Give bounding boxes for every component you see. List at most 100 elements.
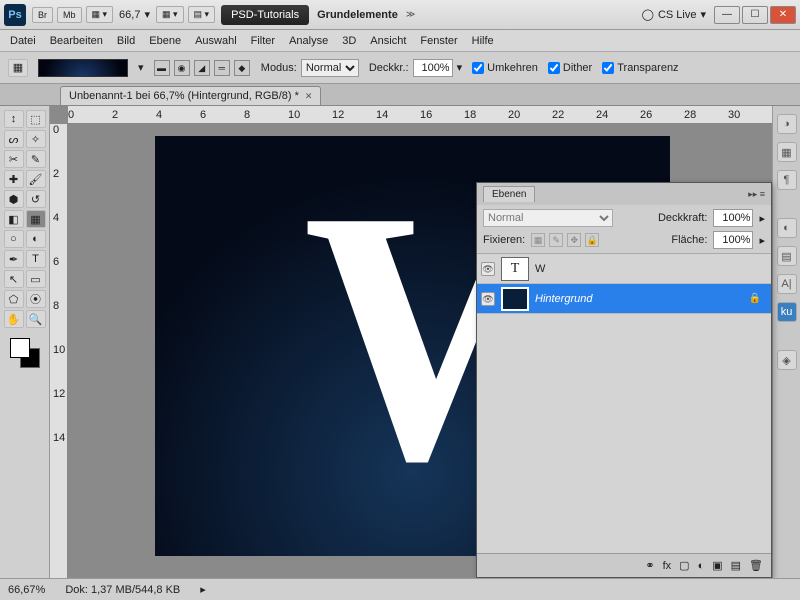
tool-preset-button[interactable]: ▦ — [8, 59, 28, 77]
transparency-checkbox[interactable] — [602, 62, 614, 74]
workspace-tab-active[interactable]: PSD-Tutorials — [221, 5, 309, 25]
styles-panel-icon[interactable]: ▤ — [777, 246, 797, 266]
cs-live-label[interactable]: CS Live — [658, 9, 697, 21]
more-workspaces-icon[interactable]: ≫ — [406, 9, 415, 20]
chevron-right-icon[interactable]: ▸ — [200, 583, 206, 596]
menu-ansicht[interactable]: Ansicht — [370, 35, 406, 47]
fill-input[interactable] — [713, 231, 753, 249]
character-panel-icon[interactable]: A| — [777, 274, 797, 294]
minibridge-button[interactable]: Mb — [57, 7, 82, 23]
menu-fenster[interactable]: Fenster — [420, 35, 457, 47]
gradient-preview[interactable] — [38, 59, 128, 77]
visibility-toggle-icon[interactable]: 👁 — [481, 262, 495, 276]
marquee-tool[interactable]: ⬚ — [26, 110, 46, 128]
color-panel-icon[interactable]: ◑ — [777, 114, 797, 134]
shape-tool[interactable]: ▭ — [26, 270, 46, 288]
link-layers-icon[interactable]: ⚭ — [645, 559, 654, 572]
minimize-button[interactable]: — — [714, 6, 740, 24]
layer-thumbnail[interactable]: T — [501, 257, 529, 281]
menu-3d[interactable]: 3D — [342, 35, 356, 47]
close-button[interactable]: ✕ — [770, 6, 796, 24]
screen-mode-button[interactable]: ▦ ▾ — [86, 6, 114, 23]
eyedropper-tool[interactable]: ✎ — [26, 150, 46, 168]
menu-analyse[interactable]: Analyse — [289, 35, 328, 47]
lock-pixels-icon[interactable]: ✎ — [549, 233, 563, 247]
gradient-reflected-button[interactable]: ═ — [214, 60, 230, 76]
type-tool[interactable]: T — [26, 250, 46, 268]
hand-tool[interactable]: ✋ — [4, 310, 24, 328]
workspace-tab[interactable]: Grundelemente — [317, 9, 398, 21]
chevron-down-icon[interactable]: ▾ — [138, 61, 144, 74]
paragraph-panel-icon[interactable]: ¶ — [777, 170, 797, 190]
pen-tool[interactable]: ✒ — [4, 250, 24, 268]
layer-opacity-input[interactable] — [713, 209, 753, 227]
new-layer-icon[interactable]: ▤ — [731, 559, 741, 572]
layers-panel-icon[interactable]: ◈ — [777, 350, 797, 370]
chevron-right-icon[interactable]: ▸ — [759, 212, 765, 225]
gradient-diamond-button[interactable]: ◆ — [234, 60, 250, 76]
chevron-down-icon[interactable]: ▾ — [144, 8, 150, 21]
close-tab-icon[interactable]: ✕ — [305, 91, 313, 102]
adjustment-layer-icon[interactable]: ◐ — [698, 560, 705, 572]
layer-name[interactable]: W — [535, 263, 545, 275]
layers-panel-header[interactable]: Ebenen ▸▸ ≡ — [477, 183, 771, 205]
heal-tool[interactable]: ✚ — [4, 170, 24, 188]
gradient-radial-button[interactable]: ◉ — [174, 60, 190, 76]
zoom-tool[interactable]: 🔍 — [26, 310, 46, 328]
brush-tool[interactable]: 🖌 — [26, 170, 46, 188]
lock-transparent-icon[interactable]: ▦ — [531, 233, 545, 247]
gradient-angle-button[interactable]: ◢ — [194, 60, 210, 76]
path-tool[interactable]: ↖ — [4, 270, 24, 288]
layer-thumbnail[interactable] — [501, 287, 529, 311]
dither-checkbox[interactable] — [548, 62, 560, 74]
lock-position-icon[interactable]: ✥ — [567, 233, 581, 247]
move-tool[interactable]: ↕ — [4, 110, 24, 128]
blend-mode-select[interactable]: Normal — [301, 59, 359, 77]
color-swatch[interactable] — [10, 338, 40, 368]
layer-fx-icon[interactable]: fx — [663, 560, 672, 572]
menu-datei[interactable]: Datei — [10, 35, 36, 47]
adjustments-panel-icon[interactable]: ◐ — [777, 218, 797, 238]
layer-mask-icon[interactable]: ▢ — [679, 559, 689, 572]
layer-blend-mode-select[interactable]: Normal — [483, 209, 613, 227]
chevron-down-icon[interactable]: ▾ — [700, 8, 706, 21]
visibility-toggle-icon[interactable]: 👁 — [481, 292, 495, 306]
maximize-button[interactable]: ☐ — [742, 6, 768, 24]
menu-bearbeiten[interactable]: Bearbeiten — [50, 35, 103, 47]
3d-camera-tool[interactable]: ⦿ — [26, 290, 46, 308]
bridge-button[interactable]: Br — [32, 7, 53, 23]
swatches-panel-icon[interactable]: ▦ — [777, 142, 797, 162]
group-icon[interactable]: ▣ — [712, 559, 722, 572]
dodge-tool[interactable]: ◐ — [26, 230, 46, 248]
gradient-linear-button[interactable]: ▬ — [154, 60, 170, 76]
delete-layer-icon[interactable]: 🗑 — [749, 559, 763, 572]
stamp-tool[interactable]: ⬢ — [4, 190, 24, 208]
menu-ebene[interactable]: Ebene — [149, 35, 181, 47]
crop-tool[interactable]: ✂ — [4, 150, 24, 168]
menu-bild[interactable]: Bild — [117, 35, 135, 47]
menu-hilfe[interactable]: Hilfe — [472, 35, 494, 47]
eraser-tool[interactable]: ◧ — [4, 210, 24, 228]
opacity-input[interactable] — [413, 59, 453, 77]
layer-row[interactable]: 👁 T W — [477, 254, 771, 284]
extras-button[interactable]: ▤ ▾ — [188, 6, 216, 23]
lasso-tool[interactable]: ᔕ — [4, 130, 24, 148]
reverse-checkbox[interactable] — [472, 62, 484, 74]
arrange-button[interactable]: ▦ ▾ — [156, 6, 184, 23]
chevron-down-icon[interactable]: ▾ — [457, 61, 463, 74]
3d-tool[interactable]: ⬠ — [4, 290, 24, 308]
lock-all-icon[interactable]: 🔒 — [585, 233, 599, 247]
gradient-tool[interactable]: ▦ — [26, 210, 46, 228]
menu-filter[interactable]: Filter — [251, 35, 275, 47]
layer-row[interactable]: 👁 Hintergrund 🔒 — [477, 284, 771, 314]
panel-menu-icon[interactable]: ▸▸ ≡ — [748, 189, 765, 200]
status-zoom[interactable]: 66,67% — [8, 584, 45, 596]
wand-tool[interactable]: ✧ — [26, 130, 46, 148]
history-brush-tool[interactable]: ↺ — [26, 190, 46, 208]
kuler-panel-icon[interactable]: ku — [777, 302, 797, 322]
chevron-right-icon[interactable]: ▸ — [759, 234, 765, 247]
layers-tab[interactable]: Ebenen — [483, 186, 535, 202]
menu-auswahl[interactable]: Auswahl — [195, 35, 237, 47]
foreground-color[interactable] — [10, 338, 30, 358]
layer-name[interactable]: Hintergrund — [535, 293, 592, 305]
